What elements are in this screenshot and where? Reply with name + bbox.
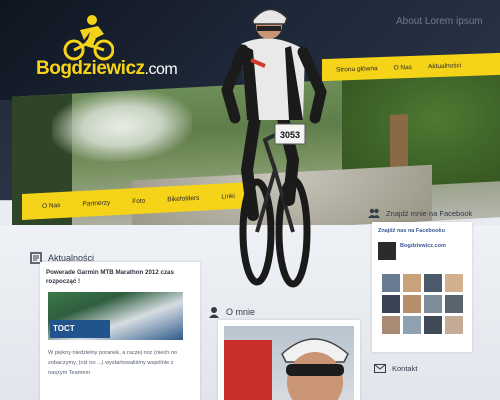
topnav-item-home[interactable]: Strona główna — [336, 65, 378, 73]
nav-item-bikefolders[interactable]: Bikefolders — [167, 194, 199, 203]
news-excerpt: W piękny niedzielny poranek, a raczej no… — [48, 350, 178, 376]
facebook-page-avatar — [378, 242, 396, 260]
about-section-header: O mnie — [208, 306, 255, 318]
facebook-section-header: Znajdź mnie na Facebook — [368, 208, 472, 218]
facebook-page-name: Bogdziewicz.com — [400, 243, 446, 249]
facebook-fan-avatar[interactable] — [403, 316, 421, 334]
facebook-fan-avatar[interactable] — [382, 316, 400, 334]
topnav-item-about[interactable]: O Nas — [394, 63, 412, 71]
envelope-icon — [374, 364, 386, 373]
site-logo[interactable]: Bogdziewicz.com — [36, 58, 178, 80]
cyclist-logo-icon — [63, 15, 114, 61]
news-card: Powerade Garmin MTB Marathon 2012 czas r… — [40, 262, 200, 400]
person-icon — [209, 307, 219, 318]
about-card — [218, 320, 360, 400]
facebook-fan-avatar[interactable] — [424, 316, 442, 334]
about-photo-background — [224, 340, 272, 400]
nav-item-about-us[interactable]: O Nas — [42, 202, 60, 210]
news-image[interactable]: TOCT — [48, 292, 183, 340]
logo-tld-text: .com — [144, 61, 178, 78]
facebook-fan-avatar[interactable] — [445, 316, 463, 334]
facebook-fan-avatar[interactable] — [403, 295, 421, 313]
topnav-item-news[interactable]: Aktualności — [428, 62, 461, 70]
portrait — [281, 338, 349, 400]
contact-section-header: Kontakt — [374, 364, 417, 373]
hero-sky — [52, 87, 192, 165]
facebook-fans-grid — [382, 274, 466, 334]
contact-heading: Kontakt — [392, 364, 418, 373]
news-image-banner: TOCT — [50, 320, 110, 338]
news-title[interactable]: Powerade Garmin MTB Marathon 2012 czas r… — [46, 268, 176, 286]
nav-item-photo[interactable]: Foto — [132, 197, 145, 205]
facebook-widget-title: Znajdź nas na Facebooku — [378, 228, 445, 234]
nav-item-partners[interactable]: Partnerzy — [82, 199, 110, 207]
facebook-fan-avatar[interactable] — [424, 295, 442, 313]
about-photo — [224, 326, 354, 400]
header-note: About Lorem ipsum — [396, 16, 483, 27]
people-icon — [368, 208, 380, 218]
facebook-fan-avatar[interactable] — [424, 274, 442, 292]
facebook-page-link[interactable]: Bogdziewicz.com — [378, 242, 466, 268]
facebook-widget: Znajdź nas na Facebooku Bogdziewicz.com — [372, 222, 472, 352]
facebook-fan-avatar[interactable] — [382, 295, 400, 313]
cyclist-photo: 3053 — [221, 8, 327, 288]
facebook-fan-avatar[interactable] — [382, 274, 400, 292]
facebook-fan-avatar[interactable] — [445, 295, 463, 313]
logo-main-text: Bogdziewicz — [36, 58, 145, 79]
page: Bogdziewicz.com About Lorem ipsum Strona… — [0, 0, 500, 400]
facebook-fan-avatar[interactable] — [445, 274, 463, 292]
race-number: 3053 — [280, 130, 300, 140]
facebook-heading: Znajdź mnie na Facebook — [386, 208, 473, 218]
about-heading: O mnie — [226, 307, 256, 317]
facebook-fan-avatar[interactable] — [403, 274, 421, 292]
